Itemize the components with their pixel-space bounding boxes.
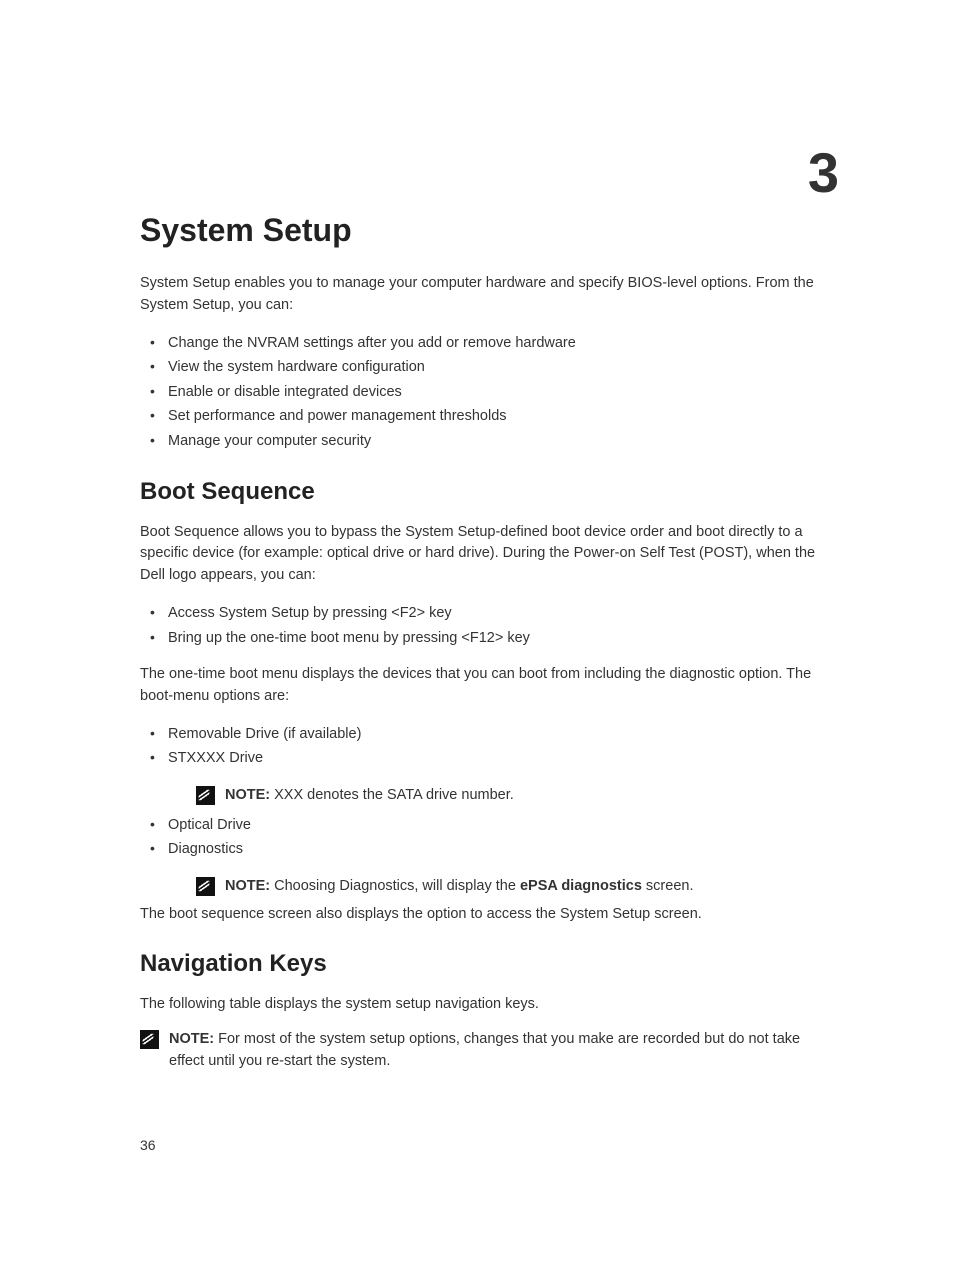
boot-list-1: Access System Setup by pressing <F2> key… [140,601,839,650]
note-label: NOTE: [225,787,270,803]
boot-paragraph-2: The one-time boot menu displays the devi… [140,664,839,708]
boot-paragraph-3: The boot sequence screen also displays t… [140,904,839,926]
note-bold: ePSA diagnostics [520,878,642,894]
note-block: NOTE: XXX denotes the SATA drive number. [168,785,839,807]
boot-list-2: Removable Drive (if available) STXXXX Dr… [140,722,839,771]
note-label: NOTE: [169,1031,214,1047]
list-item: Manage your computer security [140,429,839,454]
boot-list-2b: Optical Drive Diagnostics [140,813,839,862]
intro-paragraph: System Setup enables you to manage your … [140,273,839,317]
note-body-post: screen. [642,878,694,894]
navigation-keys-heading: Navigation Keys [140,950,839,978]
list-item: Bring up the one-time boot menu by press… [140,626,839,651]
list-item: STXXXX Drive [140,746,839,771]
note-text: NOTE: Choosing Diagnostics, will display… [225,876,694,898]
list-item: Enable or disable integrated devices [140,380,839,405]
list-item: Access System Setup by pressing <F2> key [140,601,839,626]
list-item: Optical Drive [140,813,839,838]
note-block: NOTE: For most of the system setup optio… [140,1029,839,1073]
note-text: NOTE: XXX denotes the SATA drive number. [225,785,514,807]
nav-paragraph: The following table displays the system … [140,994,839,1016]
note-icon [140,1030,159,1049]
note-body-pre: Choosing Diagnostics, will display the [270,878,520,894]
boot-sequence-heading: Boot Sequence [140,478,839,506]
note-text: NOTE: For most of the system setup optio… [169,1029,839,1073]
note-icon [196,786,215,805]
page-number: 36 [140,1137,156,1153]
note-label: NOTE: [225,878,270,894]
page-title: System Setup [140,212,839,249]
intro-list: Change the NVRAM settings after you add … [140,331,839,454]
list-item: Diagnostics [140,837,839,862]
note-block: NOTE: Choosing Diagnostics, will display… [168,876,839,898]
list-item: Change the NVRAM settings after you add … [140,331,839,356]
chapter-number: 3 [808,140,839,205]
list-item: Set performance and power management thr… [140,404,839,429]
note-body: XXX denotes the SATA drive number. [270,787,514,803]
boot-paragraph: Boot Sequence allows you to bypass the S… [140,522,839,587]
note-body: For most of the system setup options, ch… [169,1031,800,1069]
list-item: View the system hardware configuration [140,355,839,380]
note-icon [196,877,215,896]
list-item: Removable Drive (if available) [140,722,839,747]
